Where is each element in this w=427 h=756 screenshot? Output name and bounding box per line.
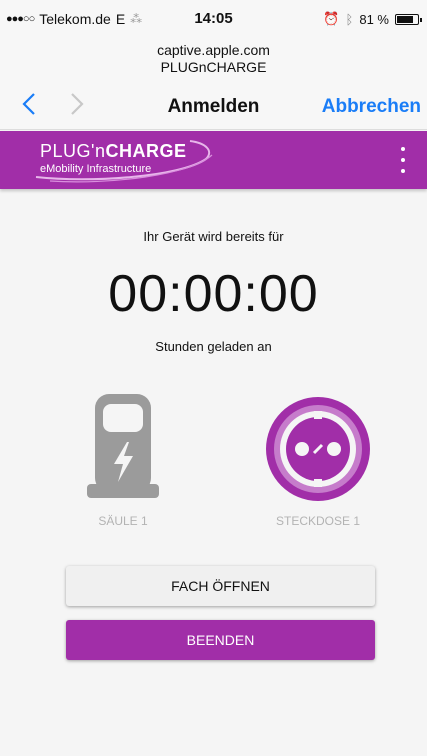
app-header: PLUG'nCHARGE eMobility Infrastructure xyxy=(0,131,427,189)
status-right: ⏰ ᛒ 81 % xyxy=(323,11,422,27)
charging-station-icon xyxy=(87,394,159,498)
logo-prefix: PLUG'n xyxy=(40,141,106,161)
url-page-title: PLUGnCHARGE xyxy=(160,59,267,75)
battery-percent: 81 % xyxy=(359,11,389,27)
station-tile[interactable] xyxy=(87,392,159,505)
power-socket-icon xyxy=(266,397,370,501)
status-bar: ●●●○○ Telekom.de E ⁂ 14:05 ⏰ ᛒ 81 % xyxy=(0,0,427,40)
socket-label: STECKDOSE 1 xyxy=(275,514,361,528)
more-vertical-icon[interactable] xyxy=(399,147,407,173)
cancel-button[interactable]: Abbrechen xyxy=(322,96,421,118)
end-charging-button[interactable]: BEENDEN xyxy=(66,620,375,660)
battery-icon xyxy=(395,13,422,25)
alarm-icon: ⏰ xyxy=(323,11,340,26)
url-bar: captive.apple.com PLUGnCHARGE xyxy=(0,40,427,82)
bluetooth-icon: ᛒ xyxy=(345,11,354,27)
charging-intro-text: Ihr Gerät wird bereits für xyxy=(143,229,284,244)
logo-subtitle: eMobility Infrastructure xyxy=(40,163,152,175)
url-domain: captive.apple.com xyxy=(157,42,270,58)
socket-tile[interactable] xyxy=(264,395,372,508)
logo-bold: CHARGE xyxy=(105,141,187,161)
station-label: SÄULE 1 xyxy=(98,514,148,528)
charging-timer: 00:00:00 xyxy=(108,265,319,323)
charging-outro-text: Stunden geladen an xyxy=(155,339,272,354)
brand-logo: PLUG'nCHARGE eMobility Infrastructure xyxy=(40,141,186,175)
navigation-bar: Anmelden Abbrechen xyxy=(0,82,427,130)
open-compartment-button[interactable]: FACH ÖFFNEN xyxy=(66,566,375,606)
